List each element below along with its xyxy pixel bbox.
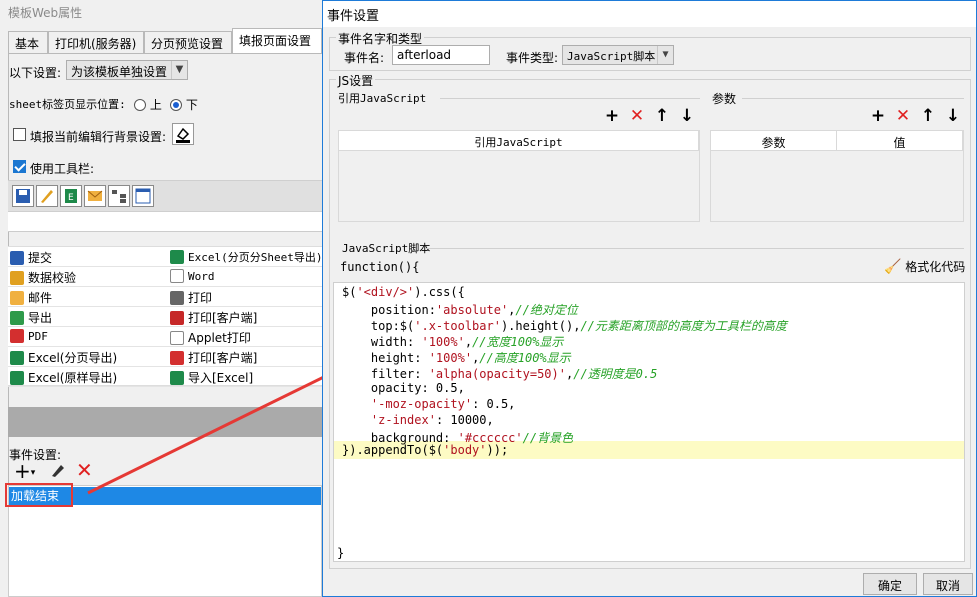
ok-button[interactable]: 确定 (863, 573, 917, 595)
code-line: opacity: 0.5, (342, 381, 465, 395)
params-separator (742, 98, 964, 99)
ref-js-label: 引用JavaScript (338, 92, 427, 105)
code-line: filter: 'alpha(opacity=50)',//透明度是0.5 (342, 367, 658, 381)
broom-icon: 🧹 (884, 259, 902, 275)
event-type-value: JavaScript脚本 (567, 50, 656, 63)
event-type-label: 事件类型: (506, 51, 559, 65)
code-editor[interactable]: $('<div/>').css({ position:'absolute',//… (333, 282, 965, 562)
function-footer: } (337, 546, 345, 560)
format-code-button[interactable]: 🧹 格式化代码 (884, 258, 965, 275)
arrow-down-icon[interactable]: ↓ (677, 106, 697, 126)
code-line: 'z-index': 10000, (370, 413, 494, 427)
param-down-icon[interactable]: ↓ (943, 106, 963, 126)
ref-js-col-header: 引用JavaScript (339, 131, 699, 151)
format-code-label: 格式化代码 (905, 260, 966, 274)
params-label: 参数 (712, 92, 737, 106)
dialog-title: 事件设置 (323, 1, 976, 27)
code-line: height: '100%',//高度100%显示 (342, 351, 571, 365)
arrow-up-icon[interactable]: ↑ (652, 106, 672, 126)
name-type-group: 事件名字和类型 事件名: afterload 事件类型: JavaScript脚… (329, 30, 971, 71)
value-col-header: 值 (837, 131, 963, 151)
code-line: position:'absolute',//绝对定位 (342, 303, 578, 317)
js-settings-group-label: JS设置 (336, 72, 376, 89)
js-script-separator (426, 248, 964, 249)
event-settings-dialog: 事件设置 事件名字和类型 事件名: afterload 事件类型: JavaSc… (322, 0, 977, 597)
code-line: top:$('.x-toolbar').height(),//元素距离顶部的高度… (342, 319, 787, 333)
ref-js-separator (440, 98, 700, 99)
code-line: '-moz-opacity': 0.5, (370, 397, 516, 411)
code-line: $('<div/>').css({ (342, 285, 465, 299)
cancel-button[interactable]: 取消 (923, 573, 973, 595)
ref-js-table: 引用JavaScript (338, 130, 700, 222)
chevron-down-icon: ▼ (657, 46, 673, 64)
param-col-header: 参数 (711, 131, 837, 151)
param-up-icon[interactable]: ↑ (918, 106, 938, 126)
code-line: }).appendTo($('body')); (342, 443, 509, 457)
add-icon[interactable]: + (602, 106, 622, 126)
delete-param-icon[interactable]: ✕ (893, 106, 913, 126)
add-param-icon[interactable]: + (868, 106, 888, 126)
event-type-combo[interactable]: JavaScript脚本 ▼ (562, 45, 674, 65)
js-script-label: JavaScript脚本 (342, 242, 431, 255)
function-header: function(){ (340, 260, 420, 274)
delete-icon[interactable]: ✕ (627, 106, 647, 126)
code-line: width: '100%',//宽度100%显示 (342, 335, 564, 349)
params-table: 参数 值 (710, 130, 964, 222)
event-name-input[interactable]: afterload (392, 45, 490, 65)
event-name-label: 事件名: (344, 51, 385, 65)
